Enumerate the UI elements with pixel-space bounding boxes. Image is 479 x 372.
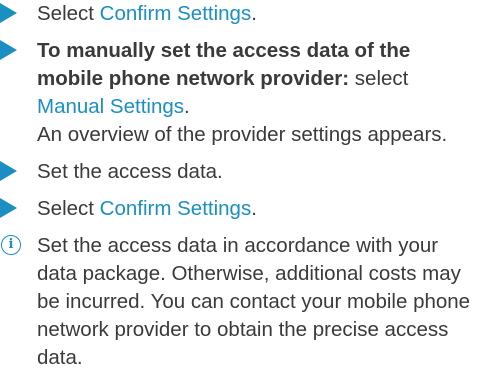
step-text: Select: [37, 197, 100, 220]
step-set-access-data: Set the access data.: [0, 158, 479, 186]
instruction-document: Select Confirm Settings. To manually set…: [0, 0, 479, 372]
step-text: Set the access data.: [37, 160, 223, 183]
info-note: i Set the access data in accordance with…: [0, 232, 479, 372]
step-result: An overview of the provider settings app…: [37, 123, 448, 146]
step-arrow-icon: [0, 198, 17, 218]
step-manual-settings: To manually set the access data of the m…: [0, 37, 479, 149]
confirm-settings-link[interactable]: Confirm Settings: [100, 197, 252, 220]
step-arrow-icon: [0, 3, 17, 23]
step-arrow-icon: [0, 161, 17, 181]
note-text: Set the access data in accordance with y…: [37, 234, 471, 369]
manual-settings-link[interactable]: Manual Settings: [37, 95, 184, 118]
confirm-settings-link[interactable]: Confirm Settings: [100, 2, 252, 25]
step-confirm-settings-1: Select Confirm Settings.: [0, 0, 479, 28]
step-suffix: .: [251, 2, 257, 25]
step-suffix: .: [184, 95, 190, 118]
step-confirm-settings-2: Select Confirm Settings.: [0, 195, 479, 223]
info-icon: i: [1, 235, 21, 255]
step-suffix: .: [251, 197, 257, 220]
step-arrow-icon: [0, 40, 17, 60]
step-text: Select: [37, 2, 100, 25]
step-text: select: [349, 67, 409, 90]
